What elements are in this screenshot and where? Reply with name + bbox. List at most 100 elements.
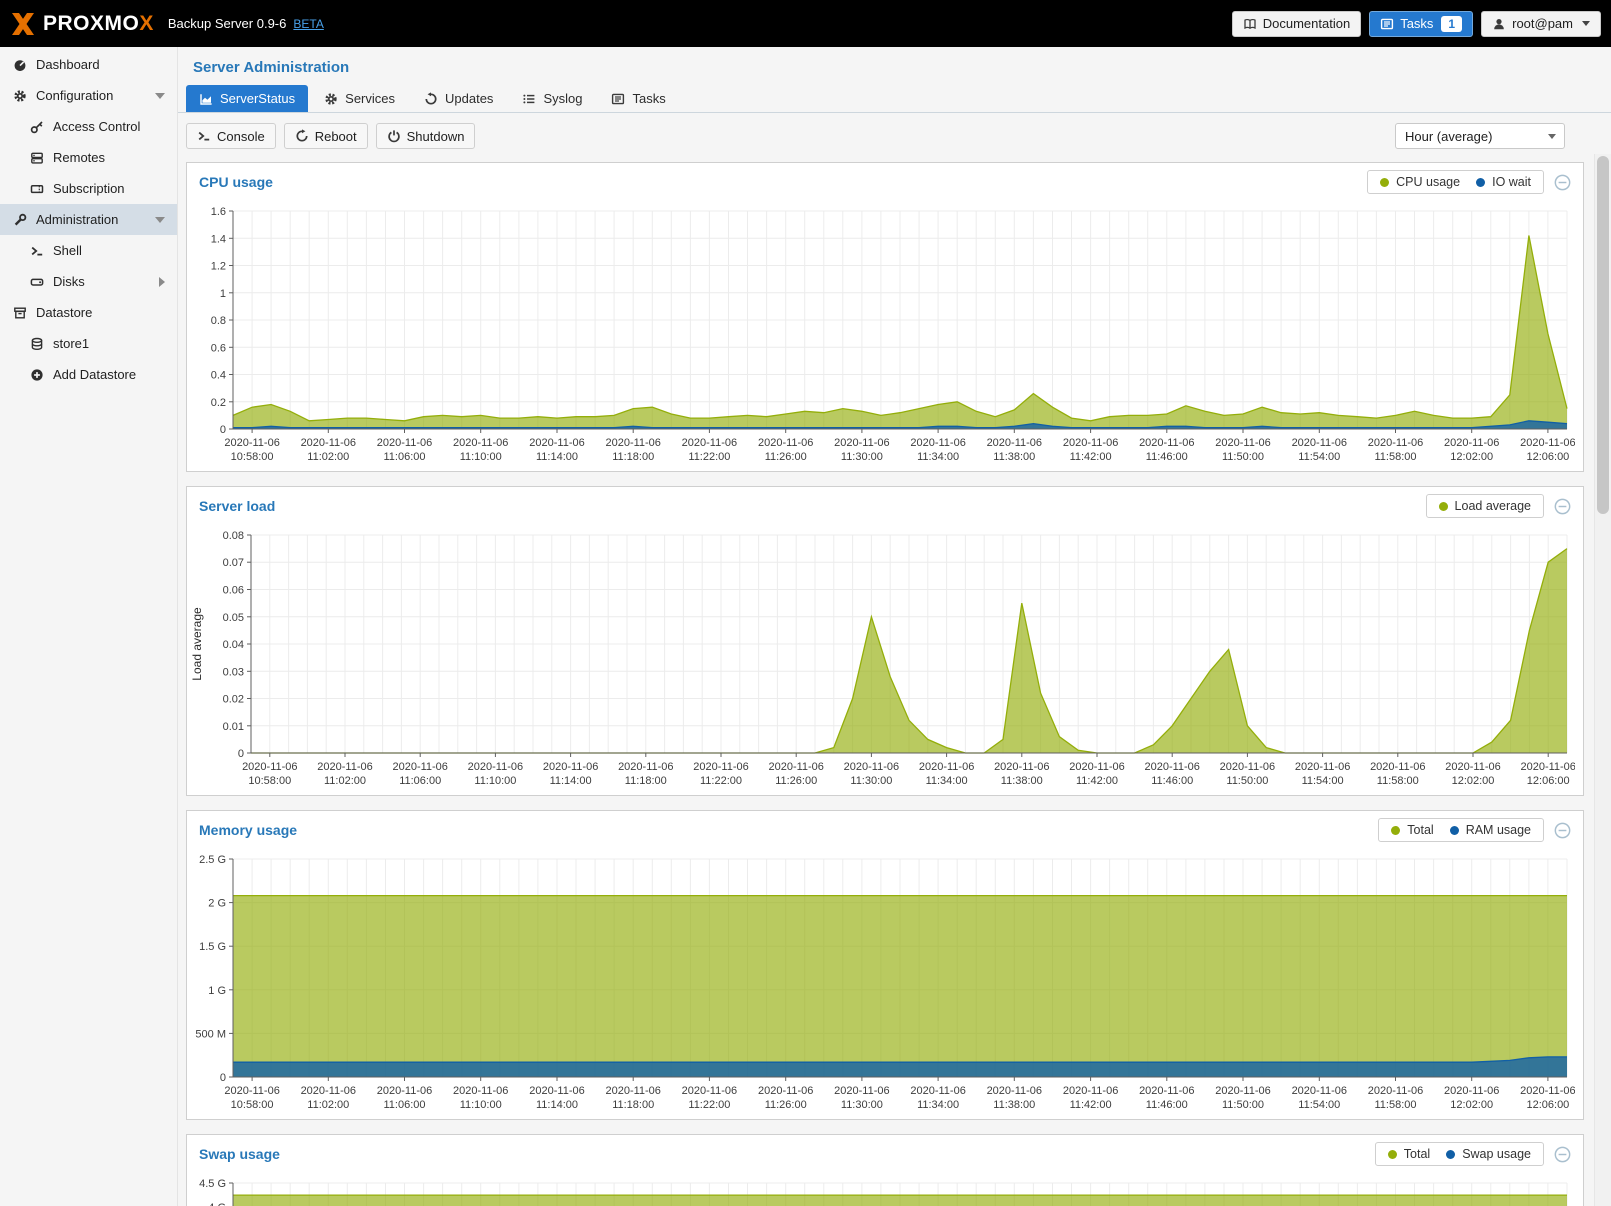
- collapse-panel-icon[interactable]: [1554, 174, 1571, 191]
- beta-link[interactable]: BETA: [293, 17, 323, 31]
- terminal-icon: [197, 129, 211, 143]
- documentation-button[interactable]: Documentation: [1232, 11, 1361, 37]
- sidebar-item-administration[interactable]: Administration: [0, 204, 177, 235]
- svg-text:1: 1: [220, 288, 226, 300]
- power-icon: [387, 129, 401, 143]
- dashboard-icon: [12, 58, 28, 72]
- svg-text:12:06:00: 12:06:00: [1526, 1099, 1569, 1111]
- svg-text:2020-11-06: 2020-11-06: [1220, 761, 1275, 773]
- svg-text:2020-11-06: 2020-11-06: [919, 761, 974, 773]
- svg-text:12:02:00: 12:02:00: [1450, 1099, 1493, 1111]
- svg-text:11:22:00: 11:22:00: [688, 1099, 730, 1111]
- tab-tasks[interactable]: Tasks: [598, 85, 678, 112]
- svg-text:2020-11-06: 2020-11-06: [1063, 437, 1118, 449]
- legend-dot-icon: [1391, 826, 1400, 835]
- svg-text:2020-11-06: 2020-11-06: [529, 437, 584, 449]
- svg-text:12:02:00: 12:02:00: [1450, 451, 1493, 463]
- svg-text:2020-11-06: 2020-11-06: [392, 761, 447, 773]
- database-icon: [29, 337, 45, 351]
- user-menu-button[interactable]: root@pam: [1481, 11, 1601, 37]
- brand-wordmark: PROXMOX: [43, 12, 154, 36]
- svg-text:2020-11-06: 2020-11-06: [301, 437, 356, 449]
- tasks-button[interactable]: Tasks 1: [1369, 11, 1473, 37]
- sidebar-item-store1[interactable]: store1: [0, 328, 177, 359]
- expander-down-icon[interactable]: [155, 217, 165, 223]
- svg-text:11:26:00: 11:26:00: [765, 1099, 807, 1111]
- svg-text:2020-11-06: 2020-11-06: [1368, 437, 1423, 449]
- svg-text:11:30:00: 11:30:00: [841, 1099, 883, 1111]
- svg-text:11:46:00: 11:46:00: [1146, 451, 1188, 463]
- time-range-select[interactable]: Hour (average): [1395, 123, 1565, 149]
- svg-text:11:18:00: 11:18:00: [625, 775, 667, 787]
- svg-text:11:26:00: 11:26:00: [775, 775, 817, 787]
- svg-text:2020-11-06: 2020-11-06: [758, 437, 813, 449]
- shutdown-button[interactable]: Shutdown: [376, 123, 476, 149]
- expander-right-icon[interactable]: [159, 277, 165, 287]
- svg-text:11:14:00: 11:14:00: [550, 775, 592, 787]
- sidebar-item-shell[interactable]: Shell: [0, 235, 177, 266]
- memory-usage-chart: 0500 M1 G1.5 G2 G2.5 G2020-11-0610:58:00…: [187, 849, 1583, 1119]
- sidebar-item-datastore[interactable]: Datastore: [0, 297, 177, 328]
- svg-text:2020-11-06: 2020-11-06: [468, 761, 523, 773]
- svg-text:2020-11-06: 2020-11-06: [1292, 1085, 1347, 1097]
- collapse-panel-icon[interactable]: [1554, 1146, 1571, 1163]
- terminal-icon: [29, 244, 45, 258]
- sidebar-item-access-control[interactable]: Access Control: [0, 111, 177, 142]
- svg-text:2020-11-06: 2020-11-06: [1292, 437, 1347, 449]
- tab-syslog[interactable]: Syslog: [509, 85, 595, 112]
- console-button[interactable]: Console: [186, 123, 276, 149]
- svg-text:2020-11-06: 2020-11-06: [1520, 1085, 1575, 1097]
- refresh-icon: [424, 92, 438, 106]
- book-icon: [1243, 17, 1257, 31]
- svg-text:4 G: 4 G: [208, 1202, 226, 1206]
- svg-text:11:54:00: 11:54:00: [1298, 1099, 1340, 1111]
- svg-text:2020-11-06: 2020-11-06: [693, 761, 748, 773]
- svg-text:2020-11-06: 2020-11-06: [682, 1085, 737, 1097]
- svg-text:11:38:00: 11:38:00: [993, 451, 1035, 463]
- proxmox-logo: PROXMOX: [10, 12, 154, 36]
- vertical-scrollbar[interactable]: [1594, 154, 1611, 1206]
- sidebar-item-add-datastore[interactable]: Add Datastore: [0, 359, 177, 390]
- svg-text:2020-11-06: 2020-11-06: [1445, 761, 1500, 773]
- svg-text:2020-11-06: 2020-11-06: [834, 437, 889, 449]
- svg-text:0.02: 0.02: [223, 694, 244, 706]
- svg-text:0.8: 0.8: [211, 315, 226, 327]
- ticket-icon: [29, 182, 45, 196]
- sidebar-item-disks[interactable]: Disks: [0, 266, 177, 297]
- svg-text:11:14:00: 11:14:00: [536, 451, 578, 463]
- svg-text:2020-11-06: 2020-11-06: [768, 761, 823, 773]
- svg-text:2020-11-06: 2020-11-06: [377, 1085, 432, 1097]
- svg-text:11:58:00: 11:58:00: [1374, 1099, 1416, 1111]
- tab-serverstatus[interactable]: ServerStatus: [186, 85, 308, 112]
- collapse-panel-icon[interactable]: [1554, 498, 1571, 515]
- reboot-button[interactable]: Reboot: [284, 123, 368, 149]
- scrollbar-thumb[interactable]: [1597, 156, 1609, 514]
- svg-text:2020-11-06: 2020-11-06: [910, 1085, 965, 1097]
- svg-text:11:30:00: 11:30:00: [850, 775, 892, 787]
- sidebar-item-subscription[interactable]: Subscription: [0, 173, 177, 204]
- legend-dot-icon: [1380, 178, 1389, 187]
- tasks-icon: [611, 92, 625, 106]
- server-toolbar: Console Reboot Shutdown Hour (average): [186, 123, 1603, 149]
- plus-circle-icon: [29, 368, 45, 382]
- collapse-panel-icon[interactable]: [1554, 822, 1571, 839]
- svg-text:11:06:00: 11:06:00: [383, 451, 425, 463]
- svg-text:11:46:00: 11:46:00: [1151, 775, 1193, 787]
- svg-text:2020-11-06: 2020-11-06: [844, 761, 899, 773]
- legend-dot-icon: [1388, 1150, 1397, 1159]
- tab-services[interactable]: Services: [311, 85, 408, 112]
- gear-icon: [12, 89, 28, 103]
- svg-text:2020-11-06: 2020-11-06: [1520, 437, 1575, 449]
- svg-text:11:02:00: 11:02:00: [307, 451, 349, 463]
- sidebar-item-dashboard[interactable]: Dashboard: [0, 49, 177, 80]
- svg-text:1.2: 1.2: [211, 261, 226, 273]
- expander-down-icon[interactable]: [155, 93, 165, 99]
- svg-text:11:06:00: 11:06:00: [399, 775, 441, 787]
- svg-text:Load average: Load average: [190, 607, 204, 681]
- panel-cpu-usage: CPU usage CPU usageIO wait 00.20.40.60.8…: [186, 162, 1584, 472]
- sidebar-item-configuration[interactable]: Configuration: [0, 80, 177, 111]
- svg-text:2020-11-06: 2020-11-06: [224, 437, 279, 449]
- legend-dot-icon: [1446, 1150, 1455, 1159]
- sidebar-item-remotes[interactable]: Remotes: [0, 142, 177, 173]
- tab-updates[interactable]: Updates: [411, 85, 506, 112]
